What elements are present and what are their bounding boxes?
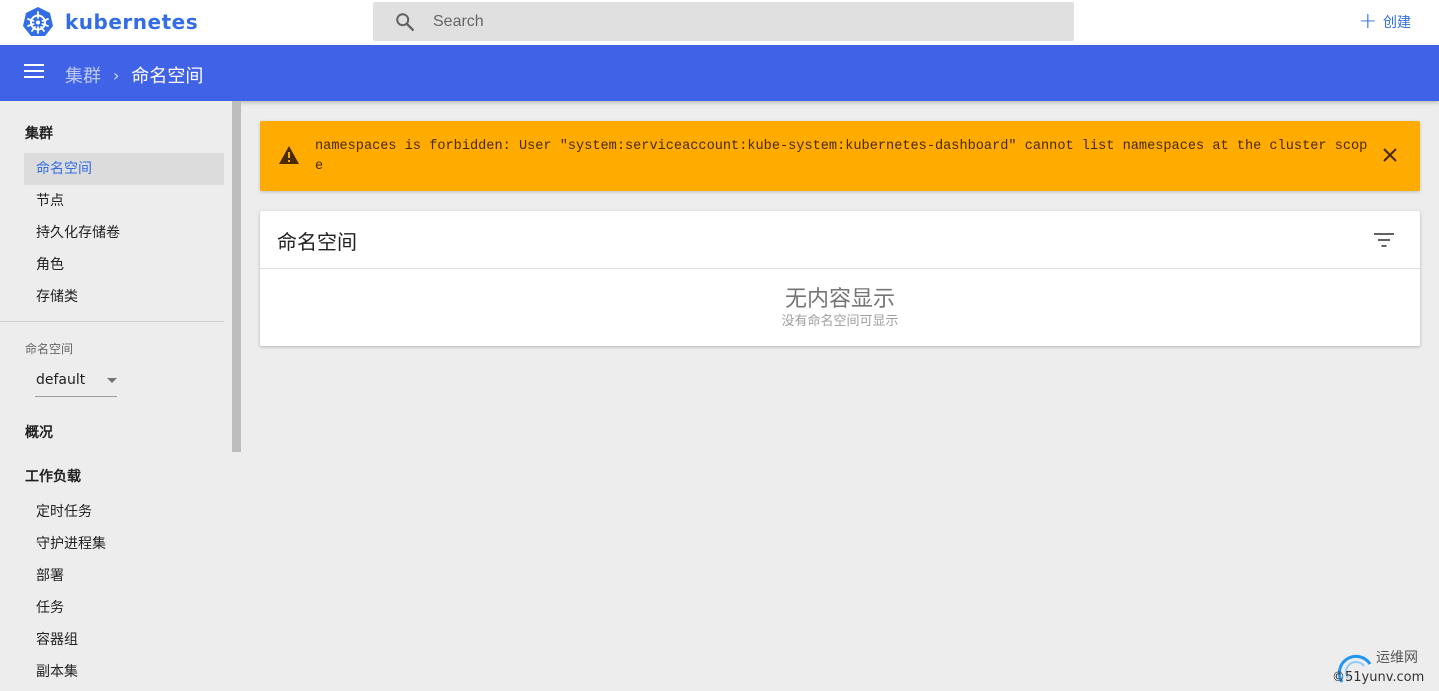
sidebar-item-cronjobs[interactable]: 定时任务 [24, 496, 224, 528]
sidebar-item-pods[interactable]: 容器组 [24, 624, 224, 656]
namespace-select-value: default [36, 372, 86, 388]
sidebar-divider [0, 321, 224, 322]
sidebar-item-storage-classes[interactable]: 存储类 [24, 281, 224, 313]
create-button-label: 创建 [1383, 15, 1411, 31]
sidebar-item-overview[interactable]: 概况 [25, 422, 53, 442]
empty-state-subtitle: 没有命名空间可显示 [781, 314, 899, 329]
sidebar-item-replicasets[interactable]: 副本集 [24, 656, 224, 688]
namespace-select[interactable]: default [35, 365, 117, 397]
top-bar: kubernetes + 创建 [0, 0, 1439, 45]
sidebar-item-roles[interactable]: 角色 [24, 249, 224, 281]
close-icon[interactable] [1382, 147, 1398, 163]
sidebar-item-jobs[interactable]: 任务 [24, 592, 224, 624]
app-bar: 集群 › 命名空间 [0, 45, 1439, 101]
namespaces-card: 命名空间 无内容显示 没有命名空间可显示 [260, 211, 1420, 346]
filter-icon[interactable] [1374, 233, 1394, 247]
search-bar[interactable] [373, 2, 1074, 41]
breadcrumb-current: 命名空间 [131, 66, 204, 87]
sidebar: 集群 命名空间 节点 持久化存储卷 角色 存储类 命名空间 default 概况… [0, 101, 232, 691]
plus-icon: + [1358, 9, 1377, 34]
sidebar-item-namespaces[interactable]: 命名空间 [24, 153, 224, 185]
menu-icon[interactable] [24, 64, 44, 80]
svg-text:运维网: 运维网 [1376, 650, 1418, 666]
create-button[interactable]: + 创建 [1359, 10, 1411, 34]
brand-name: kubernetes [65, 10, 199, 34]
kubernetes-logo-icon [23, 7, 53, 36]
dropdown-arrow-icon [107, 378, 117, 383]
search-icon [396, 13, 414, 31]
search-input[interactable] [433, 2, 1053, 41]
card-title: 命名空间 [277, 230, 357, 254]
brand-logo[interactable]: kubernetes [22, 5, 198, 39]
sidebar-item-deployments[interactable]: 部署 [24, 560, 224, 592]
chevron-right-icon: › [113, 65, 120, 85]
warning-icon [279, 146, 299, 164]
sidebar-section-cluster[interactable]: 集群 [25, 123, 53, 143]
namespace-selector-label: 命名空间 [25, 342, 74, 356]
watermark-logo: 运维网 ©51yunv.com [1332, 650, 1424, 685]
sidebar-item-nodes[interactable]: 节点 [24, 185, 224, 217]
alert-message: namespaces is forbidden: User "system:se… [315, 139, 1368, 174]
empty-state-title: 无内容显示 [784, 287, 895, 312]
svg-text:©51yunv.com: ©51yunv.com [1332, 670, 1424, 685]
sidebar-section-workloads[interactable]: 工作负载 [25, 466, 81, 486]
card-divider [260, 268, 1420, 269]
sidebar-item-daemonsets[interactable]: 守护进程集 [24, 528, 224, 560]
breadcrumb: 集群 › 命名空间 [65, 62, 203, 88]
sidebar-scrollbar[interactable] [232, 101, 241, 452]
error-alert: namespaces is forbidden: User "system:se… [260, 121, 1420, 191]
sidebar-item-persistent-volumes[interactable]: 持久化存储卷 [24, 217, 224, 249]
breadcrumb-cluster-link[interactable]: 集群 [65, 62, 101, 88]
